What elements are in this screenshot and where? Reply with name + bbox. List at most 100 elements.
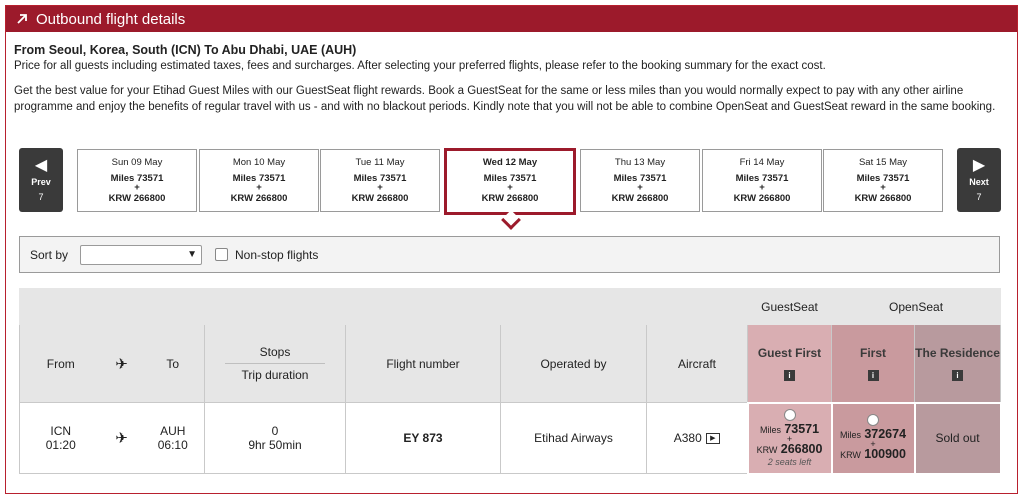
next-button[interactable]: ▶ Next 7	[957, 148, 1001, 212]
guest-first-fare[interactable]: Miles 73571 + KRW 266800 2 seats left	[746, 401, 833, 475]
date-krw: KRW 266800	[108, 193, 166, 204]
duration-value: 9hr 50min	[248, 438, 302, 452]
prev-button[interactable]: ◀ Prev 7	[19, 148, 63, 212]
from-cell: ICN 01:20	[19, 402, 102, 474]
next-label: Next	[969, 176, 989, 187]
date-plus: +	[377, 182, 383, 193]
airplane-icon: ✈	[115, 355, 128, 373]
date-krw: KRW 266800	[854, 193, 912, 204]
date-krw: KRW 266800	[481, 193, 539, 204]
krw-label: KRW	[756, 445, 778, 455]
first-fare[interactable]: Miles 372674 + KRW 100900	[830, 401, 916, 475]
first-label: First	[860, 345, 887, 360]
date-option-selected[interactable]: Wed 12 May Miles 73571 + KRW 266800	[444, 148, 576, 215]
info-icon[interactable]: i	[952, 369, 964, 381]
residence-header: The Residence i	[914, 324, 1002, 403]
date-plus: +	[134, 182, 140, 193]
stops-divider	[225, 363, 325, 364]
to-cell: AUH 06:10	[141, 402, 205, 474]
openseat-group-label: OpenSeat	[831, 288, 1002, 325]
aircraft-header: Aircraft	[645, 324, 749, 403]
krw-label: KRW	[840, 450, 861, 460]
stops-cell: 0 9hr 50min	[204, 402, 346, 474]
date-option[interactable]: Thu 13 May Miles 73571 + KRW 266800	[580, 149, 700, 212]
prev-label: Prev	[31, 176, 51, 187]
residence-fare: Sold out	[913, 401, 1002, 475]
stops-value: 0	[271, 424, 279, 438]
column-header-row: From ✈ To Stops Trip duration Flight num…	[19, 324, 1002, 403]
from-header: From	[19, 324, 102, 403]
date-krw: KRW 266800	[351, 193, 409, 204]
seats-left: 2 seats left	[767, 457, 812, 467]
sort-bar: Sort by ▼ Non-stop flights	[19, 236, 1000, 273]
route-heading: From Seoul, Korea, South (ICN) To Abu Dh…	[14, 43, 357, 57]
date-label: Fri 14 May	[739, 157, 785, 168]
residence-label: The Residence	[915, 345, 1000, 360]
next-count: 7	[976, 191, 982, 202]
chevron-down-icon: ▼	[187, 248, 198, 260]
nonstop-checkbox[interactable]	[215, 248, 229, 261]
stops-header-cell: Stops Trip duration	[204, 324, 346, 403]
from-time: 01:20	[45, 438, 76, 452]
date-label: Mon 10 May	[232, 157, 286, 168]
airplane-icon: ✈	[115, 430, 128, 447]
info-icon[interactable]: i	[867, 369, 879, 381]
date-krw: KRW 266800	[230, 193, 288, 204]
date-option[interactable]: Sat 15 May Miles 73571 + KRW 266800	[823, 149, 943, 212]
date-option[interactable]: Fri 14 May Miles 73571 + KRW 266800	[702, 149, 822, 212]
header-plane-cell: ✈	[101, 324, 142, 403]
sort-label: Sort by	[30, 247, 69, 262]
guest-first-radio[interactable]	[783, 409, 796, 421]
date-krw: KRW 266800	[611, 193, 669, 204]
operated-by-header: Operated by	[500, 324, 647, 403]
date-label: Wed 12 May	[482, 157, 538, 168]
date-option[interactable]: Mon 10 May Miles 73571 + KRW 266800	[199, 149, 319, 212]
table-row: ICN 01:20 ✈ AUH 06:10 0 9hr 50min EY 873…	[19, 401, 1002, 475]
flight-results-table: GuestSeat OpenSeat From ✈ To Stops Trip …	[18, 288, 1002, 475]
to-code: AUH	[160, 424, 186, 438]
date-label: Thu 13 May	[614, 157, 666, 168]
cabin-group-row: GuestSeat OpenSeat	[18, 288, 1002, 325]
flight-number-header: Flight number	[345, 324, 501, 403]
panel-title: Outbound flight details	[36, 10, 186, 28]
date-label: Sun 09 May	[111, 157, 163, 168]
date-plus: +	[759, 182, 765, 193]
date-option[interactable]: Sun 09 May Miles 73571 + KRW 266800	[77, 149, 197, 212]
row-plane-cell: ✈	[101, 402, 142, 474]
date-option[interactable]: Tue 11 May Miles 73571 + KRW 266800	[320, 149, 440, 212]
sort-select[interactable]: ▼	[80, 244, 203, 265]
panel-header[interactable]: Outbound flight details	[6, 6, 1017, 32]
promo-text: Get the best value for your Etihad Guest…	[14, 85, 996, 113]
info-icon[interactable]: i	[784, 369, 796, 381]
duration-header: Trip duration	[241, 368, 309, 382]
price-note: Price for all guests including estimated…	[14, 60, 826, 72]
to-time: 06:10	[157, 438, 188, 452]
operator: Etihad Airways	[500, 402, 647, 474]
guest-first-label: Guest First	[757, 345, 822, 360]
chevron-right-icon: ▶	[972, 156, 986, 174]
date-plus: +	[637, 182, 643, 193]
nonstop-label[interactable]: Non-stop flights	[235, 248, 318, 262]
flight-number[interactable]: EY 873	[345, 402, 501, 474]
from-code: ICN	[50, 424, 72, 438]
aircraft-type: A380	[673, 431, 702, 445]
aircraft-cell: A380 ▶	[645, 402, 749, 474]
empty-header-cell	[18, 288, 749, 325]
play-icon[interactable]: ▶	[705, 433, 720, 445]
first-radio[interactable]	[867, 414, 880, 426]
first-header: First i	[831, 324, 916, 403]
miles-label: Miles	[839, 430, 861, 440]
guest-first-header: Guest First i	[747, 324, 833, 403]
guest-first-krw: 266800	[780, 442, 823, 456]
date-label: Sat 15 May	[858, 157, 908, 168]
date-plus: +	[256, 182, 262, 193]
stops-header: Stops	[259, 345, 291, 359]
first-krw: 100900	[864, 447, 906, 461]
guestseat-group-label: GuestSeat	[747, 288, 833, 325]
arrow-up-right-icon	[17, 14, 27, 24]
miles-label: Miles	[759, 425, 781, 435]
date-plus: +	[880, 182, 886, 193]
date-plus: +	[507, 182, 513, 193]
prev-count: 7	[38, 191, 44, 202]
chevron-left-icon: ◀	[34, 156, 48, 174]
